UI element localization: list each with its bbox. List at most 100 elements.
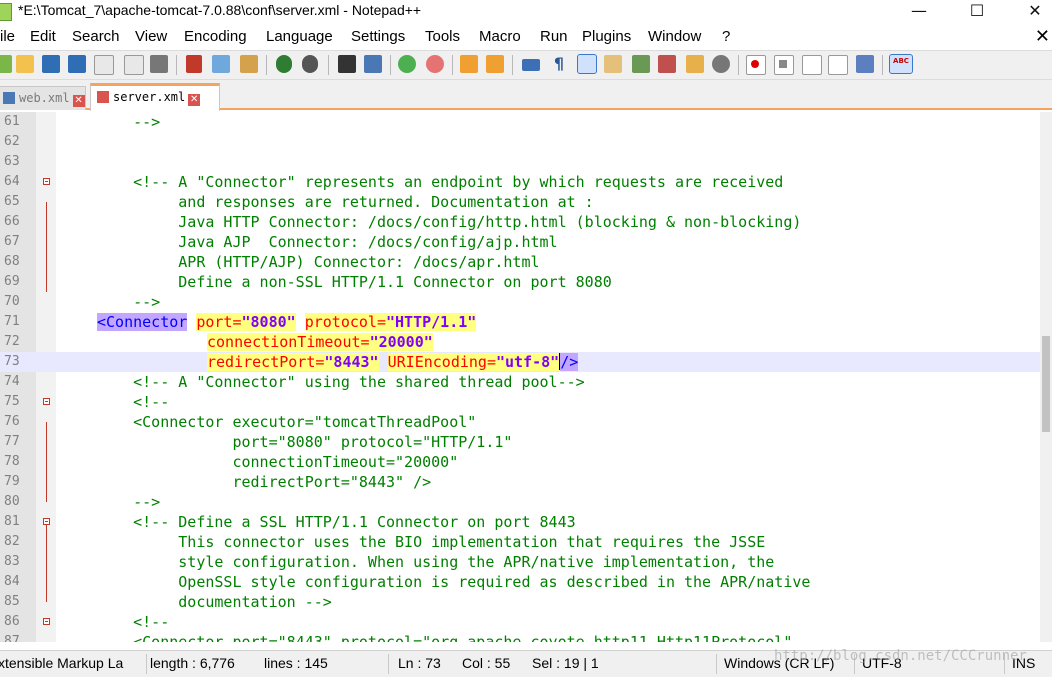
zoom-out-icon[interactable] <box>426 55 444 73</box>
code-line: 83 style configuration. When using the A… <box>0 552 1040 572</box>
toolbar-separator <box>512 55 513 75</box>
code-line: 86 <!-- <box>0 612 1040 632</box>
code-text: <!-- A "Connector" represents an endpoin… <box>97 173 784 191</box>
toolbar-separator <box>390 55 391 75</box>
code-text: --> <box>97 493 161 511</box>
code-text: Java HTTP Connector: /docs/config/http.h… <box>97 213 802 231</box>
open-file-icon[interactable] <box>16 55 34 73</box>
cut-icon[interactable] <box>186 55 202 73</box>
menu-edit[interactable]: Edit <box>30 28 56 45</box>
fold-toggle-icon[interactable] <box>43 178 50 185</box>
sync-horizontal-icon[interactable] <box>486 55 504 73</box>
scrollbar-thumb[interactable] <box>1042 336 1050 432</box>
toolbar-separator <box>176 55 177 75</box>
user-language-icon[interactable] <box>604 55 622 73</box>
line-number: 72 <box>4 334 20 349</box>
document-map-icon[interactable] <box>632 55 650 73</box>
menu-run[interactable]: Run <box>540 28 568 45</box>
code-text: OpenSSL style configuration is required … <box>97 573 811 591</box>
zoom-in-icon[interactable] <box>398 55 416 73</box>
close-document-icon[interactable]: ✕ <box>1035 26 1050 47</box>
status-separator <box>716 654 717 674</box>
fold-toggle-icon[interactable] <box>43 618 50 625</box>
close-all-icon[interactable] <box>124 55 144 75</box>
code-line: 71 <Connector port="8080" protocol="HTTP/… <box>0 312 1040 332</box>
stop-record-icon[interactable] <box>774 55 794 75</box>
tab-label: server.xml <box>113 90 186 104</box>
xml-attribute: connectionTimeout= <box>207 333 370 351</box>
playback-macro-icon[interactable] <box>802 55 822 75</box>
undo-icon[interactable] <box>276 55 292 73</box>
line-number: 66 <box>4 214 20 229</box>
xml-value: "8443" <box>324 353 379 371</box>
menu-encoding[interactable]: Encoding <box>184 28 247 45</box>
menu-settings[interactable]: Settings <box>351 28 405 45</box>
close-window-button[interactable]: ✕ <box>1012 0 1052 24</box>
replace-icon[interactable] <box>364 55 382 73</box>
tab-close-icon[interactable]: ✕ <box>188 94 201 106</box>
find-icon[interactable] <box>338 55 356 73</box>
spell-check-icon[interactable]: ABC <box>889 54 913 74</box>
vertical-scrollbar[interactable] <box>1040 112 1052 642</box>
fold-toggle-icon[interactable] <box>43 518 50 525</box>
save-all-icon[interactable] <box>68 55 86 73</box>
word-wrap-icon[interactable] <box>522 59 540 71</box>
save-macro-icon[interactable] <box>856 55 874 73</box>
code-line: 64 <!-- A "Connector" represents an endp… <box>0 172 1040 192</box>
menu-file[interactable]: ile <box>0 28 15 45</box>
line-number: 84 <box>4 574 20 589</box>
line-number: 73 <box>4 354 20 369</box>
print-icon[interactable] <box>150 55 168 73</box>
line-number: 70 <box>4 294 20 309</box>
record-macro-icon[interactable] <box>746 55 766 75</box>
toolbar-separator <box>452 55 453 75</box>
code-text: <Connector port="8443" protocol="org.apa… <box>97 633 793 642</box>
new-file-icon[interactable] <box>0 55 12 73</box>
code-line: 67 Java AJP Connector: /docs/config/ajp.… <box>0 232 1040 252</box>
tab-web-xml[interactable]: web.xml ✕ <box>0 86 86 110</box>
code-line: 79 redirectPort="8443" /> <box>0 472 1040 492</box>
paste-icon[interactable] <box>240 55 258 73</box>
code-text: <!-- A "Connector" using the shared thre… <box>97 373 585 391</box>
code-text: <!-- Define a SSL HTTP/1.1 Connector on … <box>97 513 576 531</box>
tab-close-icon[interactable]: ✕ <box>72 95 85 107</box>
monitoring-icon[interactable] <box>712 55 730 73</box>
menu-plugins[interactable]: Plugins <box>582 28 631 45</box>
line-number: 63 <box>4 154 20 169</box>
minimize-button[interactable]: — <box>896 0 942 24</box>
show-all-chars-icon[interactable]: ¶ <box>550 55 568 73</box>
code-line: 63 <box>0 152 1040 172</box>
menu-help[interactable]: ? <box>722 28 730 45</box>
status-selection: Sel : 19 | 1 <box>532 655 599 671</box>
menu-bar: ile Edit Search View Encoding Language S… <box>0 24 1052 50</box>
copy-icon[interactable] <box>212 55 230 73</box>
code-text: Java AJP Connector: /docs/config/ajp.htm… <box>97 233 558 251</box>
menu-tools[interactable]: Tools <box>425 28 460 45</box>
line-number: 79 <box>4 474 20 489</box>
toolbar-separator <box>738 55 739 75</box>
menu-search[interactable]: Search <box>72 28 120 45</box>
status-column: Col : 55 <box>462 655 511 671</box>
xml-attribute: redirectPort= <box>207 353 325 371</box>
status-line-number: Ln : 73 <box>398 655 441 671</box>
maximize-button[interactable]: ☐ <box>954 0 1000 24</box>
code-text: <Connector executor="tomcatThreadPool" <box>97 413 477 431</box>
menu-window[interactable]: Window <box>648 28 701 45</box>
sync-vertical-icon[interactable] <box>460 55 478 73</box>
code-editor[interactable]: 61 --> 62 63 64 <!-- A "Connector" repre… <box>0 112 1040 642</box>
code-line: 74 <!-- A "Connector" using the shared t… <box>0 372 1040 392</box>
close-icon[interactable] <box>94 55 114 75</box>
menu-view[interactable]: View <box>135 28 167 45</box>
code-line: 69 Define a non-SSL HTTP/1.1 Connector o… <box>0 272 1040 292</box>
run-macro-multiple-icon[interactable] <box>828 55 848 75</box>
indent-guide-icon[interactable] <box>577 54 597 74</box>
menu-macro[interactable]: Macro <box>479 28 521 45</box>
tab-server-xml[interactable]: server.xml ✕ <box>90 83 220 111</box>
fold-toggle-icon[interactable] <box>43 398 50 405</box>
menu-language[interactable]: Language <box>266 28 333 45</box>
function-list-icon[interactable] <box>658 55 676 73</box>
save-icon[interactable] <box>42 55 60 73</box>
xml-tag: /> <box>560 353 579 371</box>
redo-icon[interactable] <box>302 55 318 73</box>
folder-as-workspace-icon[interactable] <box>686 55 704 73</box>
